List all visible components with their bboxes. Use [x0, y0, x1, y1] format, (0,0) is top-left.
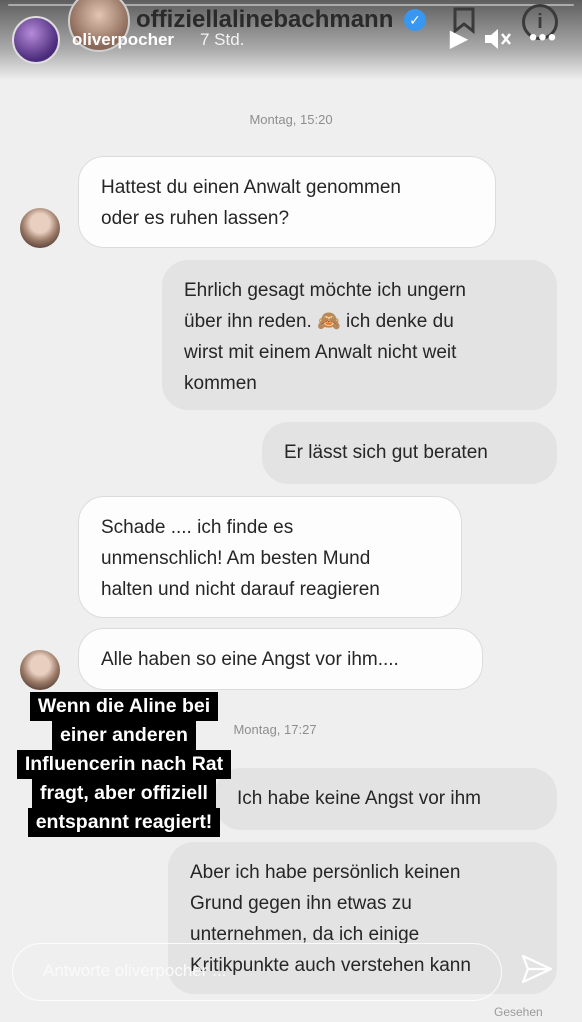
seen-label: Gesehen [494, 1005, 543, 1019]
dm-contact-name: offiziellalinebachmann [136, 6, 394, 33]
message-incoming: Schade .... ich finde es unmenschlich! A… [78, 496, 462, 618]
more-icon[interactable]: ••• [528, 26, 558, 52]
caption-line: einer anderen [52, 721, 196, 750]
send-icon[interactable] [520, 952, 554, 986]
story-screen: Montag, 15:20 Hattest du einen Anwalt ge… [0, 0, 582, 1022]
message-outgoing: Er lässt sich gut beraten [262, 422, 557, 484]
chat-timestamp: Montag, 15:20 [249, 112, 333, 127]
message-incoming: Alle haben so eine Angst vor ihm.... [78, 628, 483, 690]
reply-placeholder: Antworte oliverpocher ... [43, 961, 227, 980]
message-outgoing: Ehrlich gesagt möchte ich ungern über ih… [162, 260, 557, 410]
post-time: 7 Std. [200, 30, 245, 49]
reply-input[interactable]: Antworte oliverpocher ... [12, 943, 502, 1001]
mute-icon[interactable] [482, 26, 512, 52]
avatar [20, 208, 60, 248]
caption-line: Wenn die Aline bei [29, 692, 219, 721]
play-icon[interactable]: ▶ [446, 26, 472, 52]
verified-badge-icon: ✓ [404, 9, 426, 31]
caption-line: entspannt reagiert! [27, 808, 221, 837]
avatar [20, 650, 60, 690]
poster-name[interactable]: oliverpocher [72, 30, 174, 50]
avatar[interactable] [12, 16, 60, 64]
caption-line: fragt, aber offiziell [32, 779, 216, 808]
message-incoming: Hattest du einen Anwalt genommen oder es… [78, 156, 496, 248]
caption-line: Influencerin nach Rat [16, 750, 232, 779]
story-caption: Wenn die Aline bei einer anderen Influen… [8, 692, 240, 837]
message-outgoing: Ich habe keine Angst vor ihm [215, 768, 557, 830]
